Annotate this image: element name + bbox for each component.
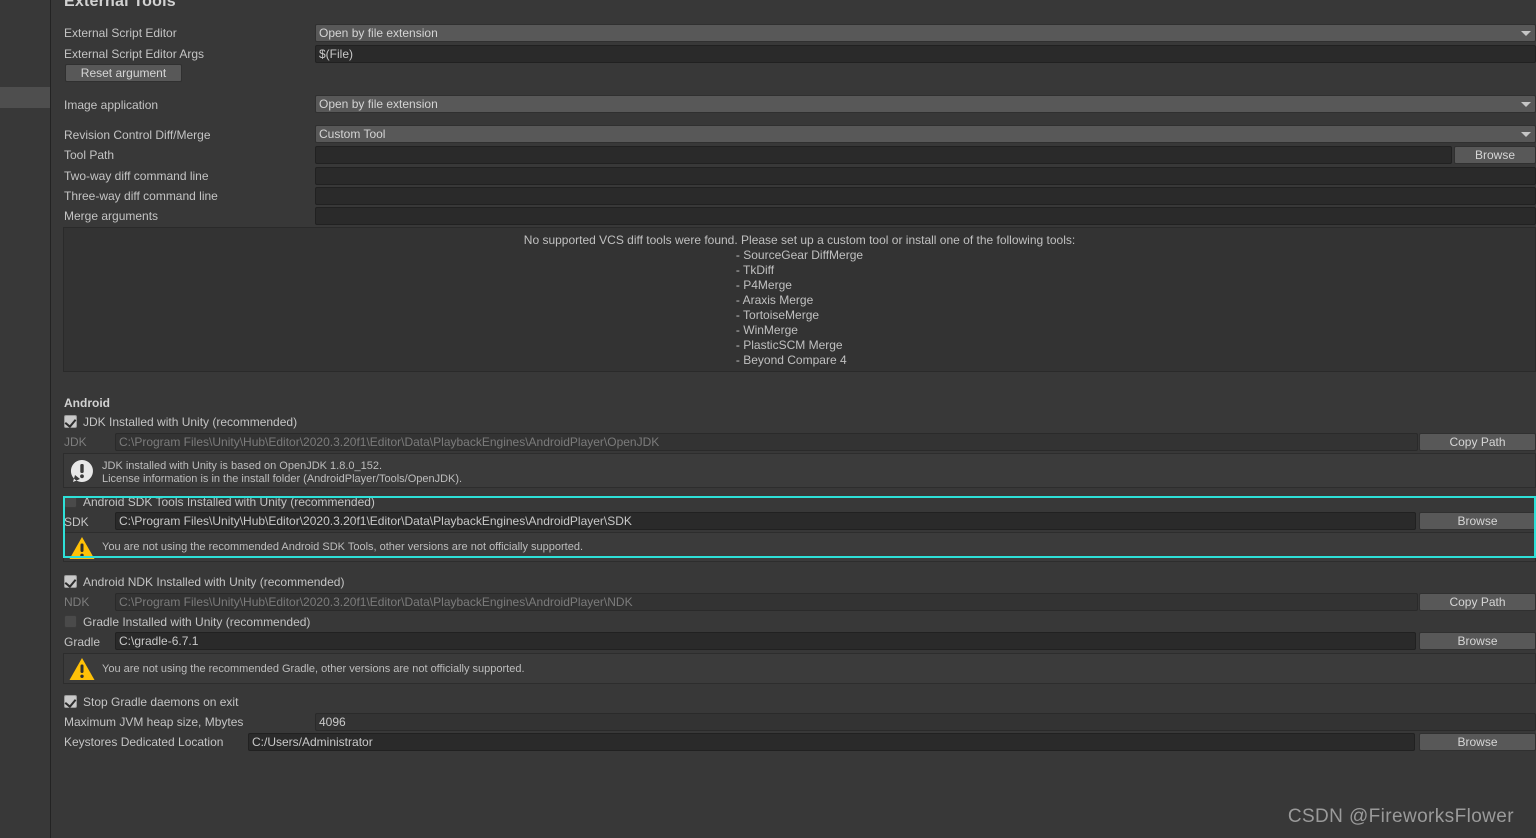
- external-script-editor-value: Open by file extension: [319, 26, 438, 40]
- keystores-location-value: C:/Users/Administrator: [252, 735, 373, 749]
- image-application-value: Open by file extension: [319, 97, 438, 111]
- keystores-location-label: Keystores Dedicated Location: [64, 735, 224, 749]
- two-way-diff-input[interactable]: [315, 167, 1536, 185]
- android-sdk-installed-label: Android SDK Tools Installed with Unity (…: [83, 495, 375, 509]
- sdk-path-input[interactable]: C:\Program Files\Unity\Hub\Editor\2020.3…: [115, 512, 1416, 530]
- sdk-browse-button[interactable]: Browse: [1419, 512, 1536, 530]
- check-icon: [64, 415, 77, 429]
- jvm-heap-input[interactable]: 4096: [315, 713, 1536, 731]
- three-way-diff-label: Three-way diff command line: [64, 189, 218, 203]
- jvm-heap-value: 4096: [319, 715, 346, 729]
- jdk-info-text: JDK installed with Unity is based on Ope…: [102, 460, 463, 485]
- vcs-tools-notice-panel: No supported VCS diff tools were found. …: [63, 227, 1536, 372]
- jdk-path-input: C:\Program Files\Unity\Hub\Editor\2020.3…: [115, 433, 1418, 451]
- image-application-dropdown[interactable]: Open by file extension: [315, 95, 1536, 113]
- vcs-tool-item: - TkDiff: [735, 263, 775, 277]
- chevron-down-icon: [1521, 132, 1531, 137]
- info-icon: [70, 460, 93, 482]
- vcs-tool-item: - P4Merge: [735, 278, 792, 292]
- gradle-installed-label: Gradle Installed with Unity (recommended…: [83, 615, 311, 629]
- chevron-down-icon: [1521, 102, 1531, 107]
- tool-path-input[interactable]: [315, 146, 1452, 164]
- gradle-field-label: Gradle: [64, 635, 101, 649]
- external-script-editor-args-value: $(File): [319, 47, 354, 61]
- tool-path-browse-button[interactable]: Browse: [1454, 146, 1536, 164]
- vcs-tool-item: - Araxis Merge: [735, 293, 814, 307]
- ndk-copy-path-button[interactable]: Copy Path: [1419, 593, 1536, 611]
- vcs-tool-item: - WinMerge: [735, 323, 798, 337]
- external-script-editor-args-input[interactable]: $(File): [315, 45, 1536, 63]
- check-icon: [64, 695, 77, 709]
- jvm-heap-label: Maximum JVM heap size, Mbytes: [64, 715, 244, 729]
- vcs-tool-item: - TortoiseMerge: [735, 308, 820, 322]
- vcs-tool-item: - SourceGear DiffMerge: [735, 248, 864, 262]
- chevron-down-icon: [1521, 31, 1531, 36]
- page-title: External Tools: [64, 0, 176, 10]
- revision-control-value: Custom Tool: [319, 127, 386, 141]
- vcs-notice-heading: No supported VCS diff tools were found. …: [523, 233, 1076, 247]
- vcs-tools-list: - SourceGear DiffMerge - TkDiff - P4Merg…: [736, 248, 863, 368]
- jdk-path-value: C:\Program Files\Unity\Hub\Editor\2020.3…: [119, 435, 660, 449]
- revision-control-label: Revision Control Diff/Merge: [64, 128, 211, 142]
- preferences-sidebar[interactable]: [0, 0, 51, 838]
- gradle-path-value: C:\gradle-6.7.1: [119, 634, 199, 648]
- revision-control-dropdown[interactable]: Custom Tool: [315, 125, 1536, 143]
- jdk-info-helpbox: JDK installed with Unity is based on Ope…: [63, 453, 1536, 488]
- vcs-tool-item: - PlasticSCM Merge: [735, 338, 843, 352]
- android-section-title: Android: [64, 396, 110, 410]
- jdk-installed-checkbox[interactable]: [64, 415, 77, 429]
- two-way-diff-label: Two-way diff command line: [64, 169, 209, 183]
- check-icon: [64, 575, 77, 589]
- warning-icon: [69, 658, 95, 680]
- sdk-warning-helpbox: You are not using the recommended Androi…: [63, 532, 1536, 562]
- external-tools-panel: External Tools External Script Editor Op…: [51, 0, 1536, 838]
- sdk-path-value: C:\Program Files\Unity\Hub\Editor\2020.3…: [119, 514, 632, 528]
- watermark: CSDN @FireworksFlower: [1287, 806, 1514, 827]
- ndk-path-input: C:\Program Files\Unity\Hub\Editor\2020.3…: [115, 593, 1418, 611]
- merge-arguments-input[interactable]: [315, 207, 1536, 225]
- keystores-browse-button[interactable]: Browse: [1419, 733, 1536, 751]
- ndk-path-value: C:\Program Files\Unity\Hub\Editor\2020.3…: [119, 595, 633, 609]
- android-sdk-installed-checkbox[interactable]: [64, 495, 77, 508]
- merge-arguments-label: Merge arguments: [64, 209, 159, 223]
- gradle-installed-checkbox[interactable]: [64, 615, 77, 628]
- reset-argument-button[interactable]: Reset argument: [65, 64, 182, 82]
- jdk-copy-path-button[interactable]: Copy Path: [1419, 433, 1536, 451]
- gradle-warning-helpbox: You are not using the recommended Gradle…: [63, 653, 1536, 684]
- external-script-editor-dropdown[interactable]: Open by file extension: [315, 24, 1536, 42]
- gradle-warning-text: You are not using the recommended Gradle…: [102, 663, 525, 675]
- sdk-warning-text: You are not using the recommended Androi…: [102, 541, 584, 553]
- keystores-location-input[interactable]: C:/Users/Administrator: [248, 733, 1415, 751]
- android-ndk-installed-label: Android NDK Installed with Unity (recomm…: [83, 575, 345, 589]
- sdk-field-label: SDK: [64, 515, 89, 529]
- external-script-editor-label: External Script Editor: [64, 26, 177, 40]
- external-script-editor-args-label: External Script Editor Args: [64, 47, 205, 61]
- stop-gradle-daemons-label: Stop Gradle daemons on exit: [83, 695, 239, 709]
- tool-path-label: Tool Path: [64, 148, 115, 162]
- ndk-field-label: NDK: [64, 595, 90, 609]
- warning-icon: [69, 537, 95, 559]
- jdk-field-label: JDK: [64, 435, 87, 449]
- sidebar-selected-item[interactable]: [0, 87, 50, 108]
- image-application-label: Image application: [64, 98, 159, 112]
- jdk-installed-label: JDK Installed with Unity (recommended): [83, 415, 298, 429]
- stop-gradle-daemons-checkbox[interactable]: [64, 695, 77, 709]
- gradle-browse-button[interactable]: Browse: [1419, 632, 1536, 650]
- vcs-tool-item: - Beyond Compare 4: [735, 353, 847, 367]
- gradle-path-input[interactable]: C:\gradle-6.7.1: [115, 632, 1416, 650]
- android-ndk-installed-checkbox[interactable]: [64, 575, 77, 589]
- three-way-diff-input[interactable]: [315, 187, 1536, 205]
